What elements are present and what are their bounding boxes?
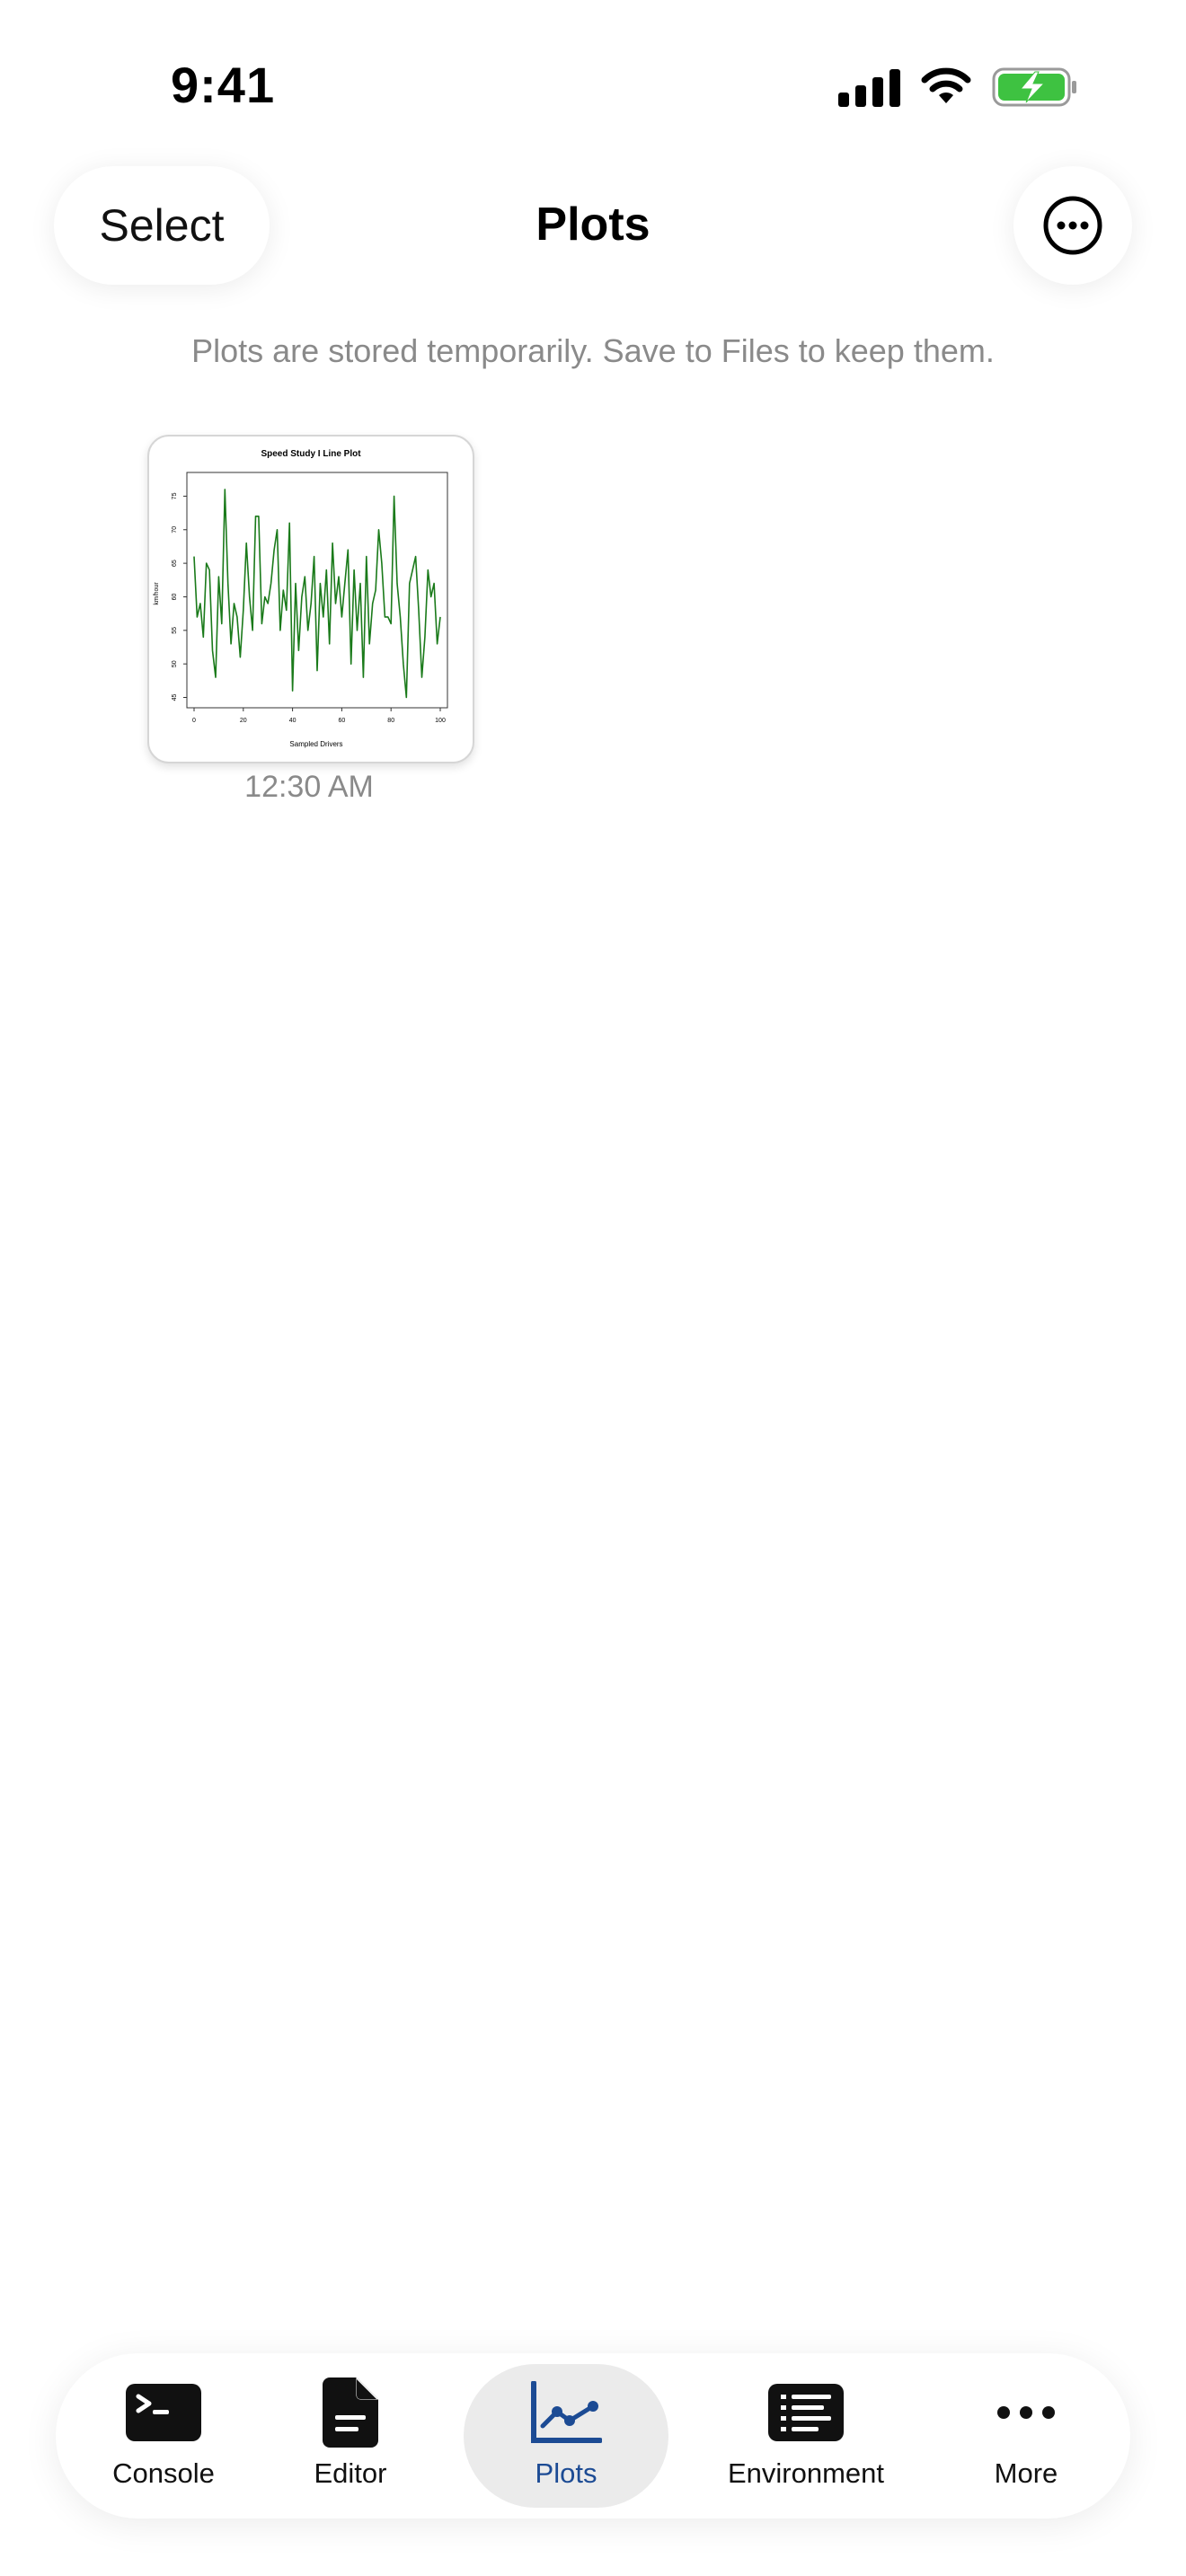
tab-label: Editor [314, 2457, 387, 2489]
navigation-header: Select Plots [0, 162, 1186, 296]
plot-chart: Speed Study I Line Plot Sampled Drivers … [154, 449, 448, 748]
y-tick-label: 50 [172, 660, 178, 667]
more-options-button[interactable] [1013, 166, 1132, 285]
series-line [193, 489, 441, 699]
y-tick-label: 45 [172, 694, 178, 701]
y-tick-label: 55 [172, 627, 178, 634]
line-chart-icon [531, 2381, 602, 2443]
temporary-storage-notice: Plots are stored temporarily. Save to Fi… [191, 332, 995, 369]
status-time: 9:41 [171, 57, 276, 113]
tab-bar: Console Editor Plots Environment More [56, 2353, 1130, 2519]
chart-y-label: km/hour [154, 582, 160, 605]
tab-editor[interactable]: Editor [279, 2364, 422, 2508]
cellular-signal-icon [838, 67, 900, 107]
ellipsis-circle-icon [1043, 196, 1102, 255]
x-tick-label: 80 [387, 718, 394, 724]
tab-label: More [994, 2457, 1058, 2489]
battery-charging-icon [992, 67, 1076, 107]
chart-x-label: Sampled Drivers [289, 740, 342, 748]
y-axis-ticks: 45 50 55 60 65 70 75 [172, 492, 187, 701]
x-axis-ticks: 0 20 40 60 80 100 [192, 708, 446, 724]
page-title: Plots [535, 198, 651, 251]
x-tick-label: 40 [289, 718, 296, 724]
y-tick-label: 70 [172, 526, 178, 534]
tab-plots[interactable]: Plots [464, 2364, 668, 2508]
x-tick-label: 100 [435, 718, 446, 724]
x-tick-label: 0 [192, 718, 196, 724]
y-tick-label: 75 [172, 492, 178, 499]
y-tick-label: 65 [172, 560, 178, 567]
tab-label: Environment [727, 2457, 885, 2489]
x-tick-label: 20 [240, 718, 247, 724]
plot-timestamp: 12:30 AM [244, 770, 374, 804]
list-icon [768, 2384, 844, 2441]
terminal-icon [126, 2384, 201, 2441]
status-bar: 9:41 [0, 0, 1186, 171]
tab-environment[interactable]: Environment [685, 2364, 927, 2508]
document-icon [323, 2378, 378, 2448]
tab-more[interactable]: More [954, 2364, 1098, 2508]
tab-label: Plots [535, 2457, 597, 2489]
y-tick-label: 60 [172, 593, 178, 600]
x-tick-label: 60 [339, 718, 346, 724]
tab-console[interactable]: Console [74, 2364, 253, 2508]
chart-title: Speed Study I Line Plot [261, 449, 361, 459]
status-icons [838, 65, 1078, 110]
tab-label: Console [112, 2457, 215, 2489]
plot-thumbnail[interactable]: Speed Study I Line Plot Sampled Drivers … [147, 435, 474, 763]
ellipsis-icon [997, 2406, 1055, 2419]
wifi-icon [921, 67, 971, 103]
